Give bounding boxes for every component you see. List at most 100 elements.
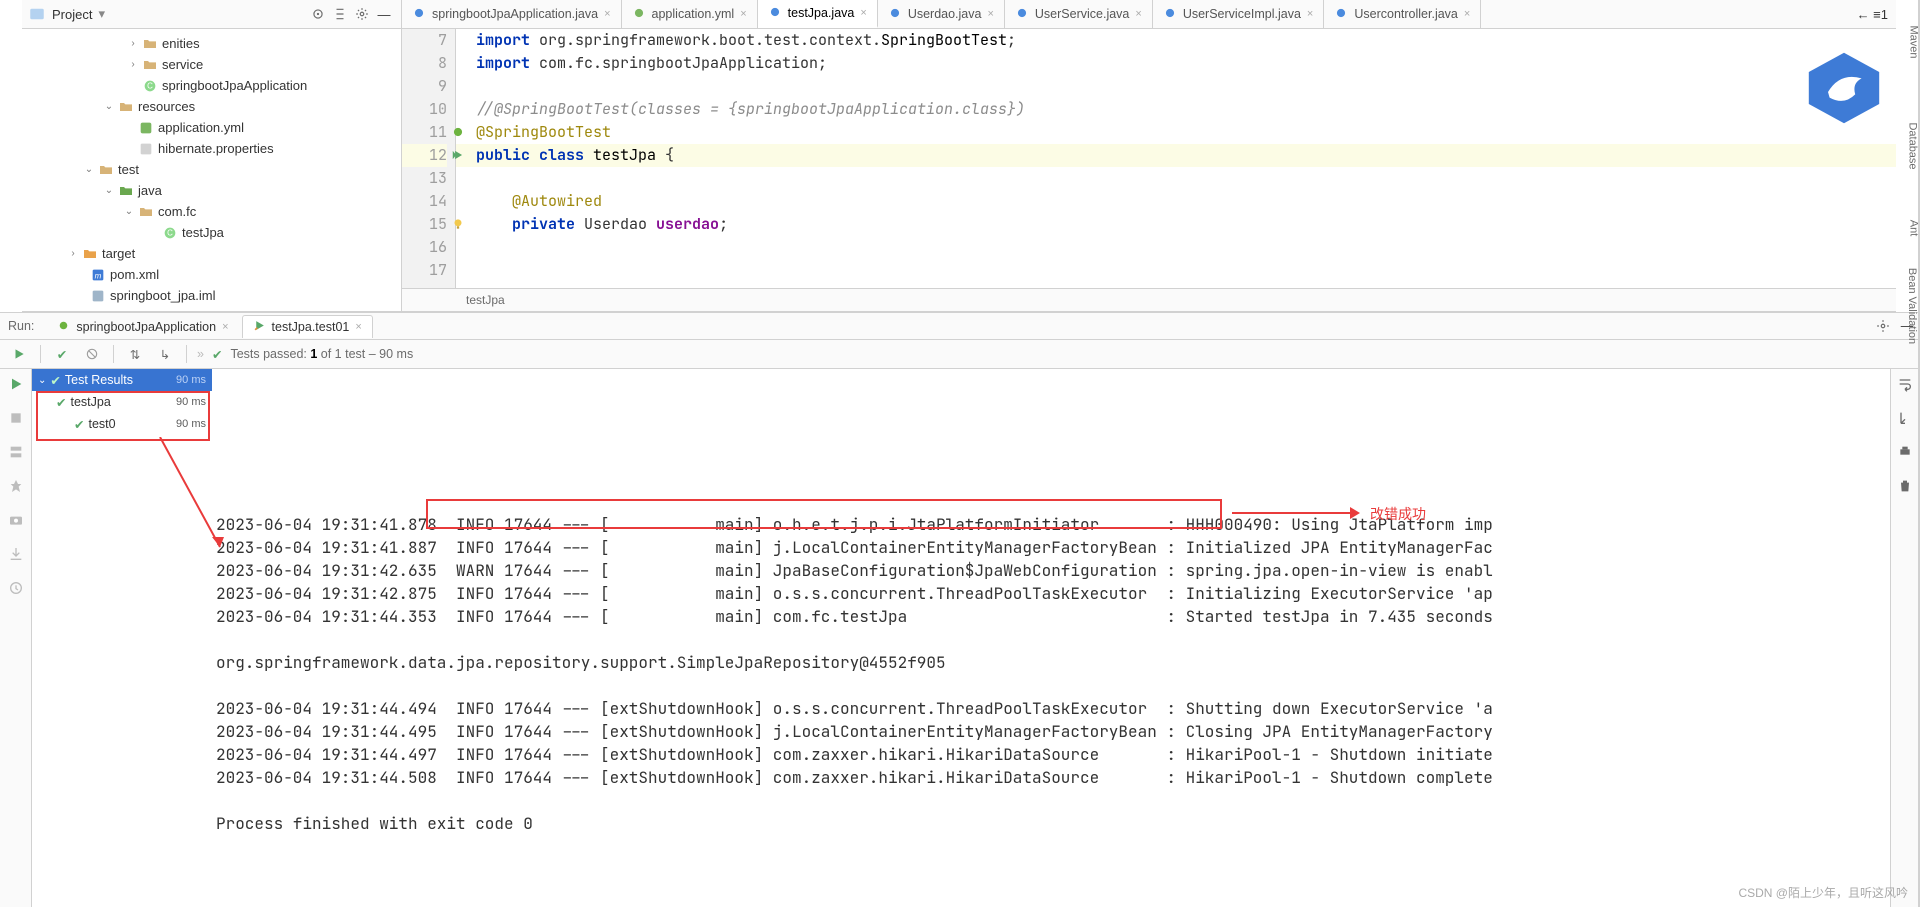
toggle-ignored-button[interactable] [81, 343, 103, 365]
run-config-icon [57, 319, 70, 335]
run-settings-button[interactable] [1872, 315, 1894, 337]
file-icon [1163, 6, 1177, 23]
annotation-box-output [426, 499, 1222, 529]
tabs-overflow[interactable]: ← ≡1 [1857, 7, 1888, 22]
editor-tab[interactable]: Userdao.java × [878, 0, 1005, 28]
rerun-icon[interactable] [5, 373, 27, 395]
stripe-database[interactable]: Database [1906, 122, 1918, 169]
editor-tab[interactable]: testJpa.java× [758, 0, 878, 28]
console-line: 2023-06-04 19:31:44.353 INFO 17644 --- [… [216, 605, 1890, 628]
sort-button[interactable]: ⇅ [124, 343, 146, 365]
close-icon[interactable]: × [987, 8, 993, 20]
tree-folder-java[interactable]: ⌄java [22, 180, 401, 201]
gear-button[interactable] [351, 3, 373, 25]
code-line[interactable] [456, 75, 1896, 98]
annotation-arrow [1232, 512, 1352, 514]
clear-icon[interactable] [1894, 475, 1916, 497]
run-tab-label: testJpa.test01 [272, 320, 350, 334]
file-icon [1015, 6, 1029, 23]
tree-folder-service[interactable]: ›service [22, 54, 401, 75]
run-gutter-icon[interactable] [451, 148, 465, 162]
test-tree-row[interactable]: ✔test090 ms [32, 413, 212, 435]
history-icon[interactable] [5, 577, 27, 599]
toggle-passed-button[interactable]: ✔ [51, 343, 73, 365]
editor-tab[interactable]: springbootJpaApplication.java× [402, 0, 622, 28]
code-line[interactable] [456, 236, 1896, 259]
package-icon [138, 204, 154, 220]
stripe-maven[interactable]: Maven [1907, 25, 1919, 58]
console-line: 2023-06-04 19:31:42.875 INFO 17644 --- [… [216, 582, 1890, 605]
close-icon[interactable]: × [222, 321, 228, 333]
code-line[interactable] [456, 259, 1896, 282]
code-line[interactable]: import com.fc.springbootJpaApplication; [456, 52, 1896, 75]
editor-tab[interactable]: UserServiceImpl.java× [1153, 0, 1325, 28]
print-icon[interactable] [1894, 441, 1916, 463]
editor-tabbar[interactable]: springbootJpaApplication.java×applicatio… [402, 0, 1896, 29]
tab-label: Userdao.java [908, 7, 982, 21]
tree-file-appyml[interactable]: application.yml [22, 117, 401, 138]
test-tree-row[interactable]: ⌄✔Test Results90 ms [32, 369, 212, 391]
properties-icon [138, 141, 154, 157]
close-icon[interactable]: × [1135, 8, 1141, 20]
camera-icon[interactable] [5, 509, 27, 531]
pin-icon[interactable] [5, 475, 27, 497]
locate-button[interactable] [307, 3, 329, 25]
close-icon[interactable]: × [604, 8, 610, 20]
editor-tab[interactable]: UserService.java× [1005, 0, 1153, 28]
code-line[interactable]: //@SpringBootTest(classes = {springbootJ… [456, 98, 1896, 121]
editor-tab[interactable]: Usercontroller.java× [1324, 0, 1481, 28]
code-line[interactable]: @Autowired [456, 190, 1896, 213]
soft-wrap-icon[interactable] [1894, 373, 1916, 395]
console-line: Process finished with exit code 0 [216, 812, 1890, 835]
run-tab-label: springbootJpaApplication [76, 320, 216, 334]
folder-icon [82, 246, 98, 262]
close-icon[interactable]: × [1307, 8, 1313, 20]
tree-folder-test[interactable]: ⌄test [22, 159, 401, 180]
scroll-end-icon[interactable] [1894, 407, 1916, 429]
project-tree[interactable]: ›enities ›service CspringbootJpaApplicat… [22, 29, 401, 311]
code-line[interactable]: import org.springframework.boot.test.con… [456, 29, 1896, 52]
test-tree-row[interactable]: ✔testJpa90 ms [32, 391, 212, 413]
tree-file-iml[interactable]: springboot_jpa.iml [22, 285, 401, 306]
bulb-icon[interactable] [451, 217, 465, 231]
java-class-icon: C [162, 225, 178, 241]
folder-icon [142, 57, 158, 73]
close-icon[interactable]: × [860, 7, 866, 19]
tree-file-pom[interactable]: mpom.xml [22, 264, 401, 285]
collapse-button[interactable] [329, 3, 351, 25]
tree-package-comfc[interactable]: ⌄com.fc [22, 201, 401, 222]
console-line: 2023-06-04 19:31:44.494 INFO 17644 --- [… [216, 697, 1890, 720]
tree-file-testjpa[interactable]: CtestJpa [22, 222, 401, 243]
tree-folder-target[interactable]: ›target [22, 243, 401, 264]
yaml-icon [138, 120, 154, 136]
code-line[interactable] [456, 167, 1896, 190]
rerun-button[interactable] [8, 343, 30, 365]
code-line[interactable]: public class testJpa { [456, 144, 1896, 167]
close-icon[interactable]: × [355, 321, 361, 333]
close-icon[interactable]: × [1464, 8, 1470, 20]
spring-icon [451, 125, 465, 139]
console-line: 2023-06-04 19:31:44.497 INFO 17644 --- [… [216, 743, 1890, 766]
export-icon[interactable] [5, 543, 27, 565]
code-line[interactable]: private Userdao userdao; [456, 213, 1896, 236]
test-tree[interactable]: ⌄✔Test Results90 ms✔testJpa90 ms✔test090… [32, 369, 212, 907]
tree-file-springapp[interactable]: CspringbootJpaApplication [22, 75, 401, 96]
stop-icon[interactable] [5, 407, 27, 429]
editor-pane: springbootJpaApplication.java×applicatio… [402, 0, 1896, 311]
run-tab[interactable]: testJpa.test01 × [242, 315, 373, 338]
layout-icon[interactable] [5, 441, 27, 463]
breadcrumb[interactable]: testJpa [466, 293, 505, 307]
hide-button[interactable]: — [373, 3, 395, 25]
tree-file-hibprops[interactable]: hibernate.properties [22, 138, 401, 159]
editor-tab[interactable]: application.yml× [622, 0, 758, 28]
tree-folder-resources[interactable]: ⌄resources [22, 96, 401, 117]
expand-button[interactable]: ↳ [154, 343, 176, 365]
code-editor[interactable]: 7891011121314151617 import org.springfra… [402, 29, 1896, 288]
tree-folder-enities[interactable]: ›enities [22, 33, 401, 54]
code-line[interactable]: @SpringBootTest [456, 121, 1896, 144]
stripe-ant[interactable]: Ant [1908, 220, 1920, 237]
console-output[interactable]: 改错成功 2023-06-04 19:31:41.878 INFO 17644 … [212, 369, 1890, 907]
close-icon[interactable]: × [740, 8, 746, 20]
run-tab[interactable]: springbootJpaApplication × [46, 315, 239, 338]
stripe-bean[interactable]: Bean Validation [1906, 268, 1918, 344]
